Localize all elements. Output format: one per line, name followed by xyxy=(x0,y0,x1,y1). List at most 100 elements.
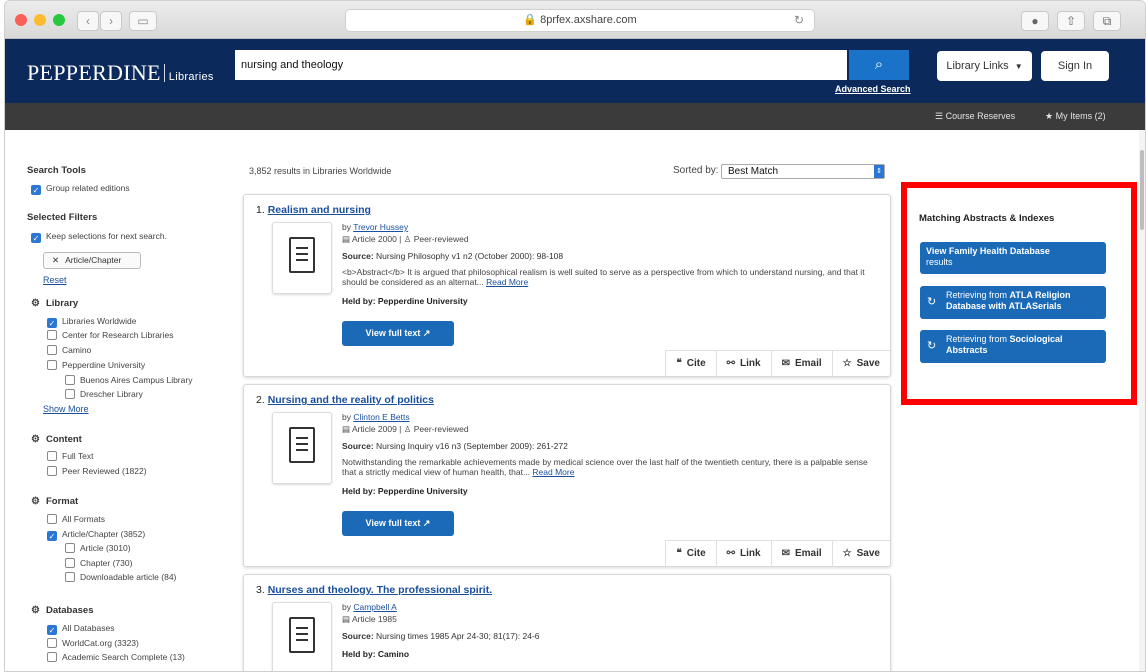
site-header: PEPPERDINE Libraries ⌕ Advanced Search Li… xyxy=(5,39,1145,103)
library-option[interactable]: Center for Research Libraries xyxy=(47,330,174,340)
scrollbar-thumb[interactable] xyxy=(1140,150,1144,230)
view-full-text-label: View full text xyxy=(365,518,421,528)
remove-filter-icon[interactable]: ✕ xyxy=(52,255,59,265)
external-link-icon: ↗ xyxy=(422,518,431,528)
library-option[interactable]: Buenos Aires Campus Library xyxy=(65,375,192,385)
matching-abstracts-title: Matching Abstracts & Indexes xyxy=(919,213,1055,224)
content-option[interactable]: Peer Reviewed (1822) xyxy=(47,466,147,476)
databases-collapse-icon: ⚙ xyxy=(31,605,40,616)
filter-chip-label: Article/Chapter xyxy=(65,255,122,265)
library-option-label: Pepperdine University xyxy=(62,360,146,370)
library-links-dropdown[interactable]: Library Links ▼ xyxy=(937,51,1032,81)
type-line: ▤ Article 2009 | ♙ Peer-reviewed xyxy=(342,424,469,435)
atla-religion-button[interactable]: ↻ Retrieving from ATLA Religion Database … xyxy=(920,286,1106,319)
databases-heading[interactable]: ⚙ Databases xyxy=(31,605,94,616)
format-option[interactable]: All Formats xyxy=(47,514,105,524)
abstract-text: <b>Abstract</b> It is argued that philos… xyxy=(342,267,865,287)
save-button[interactable]: ☆ Save xyxy=(833,351,890,377)
search-input[interactable] xyxy=(235,50,847,80)
maximize-window-button[interactable] xyxy=(53,14,65,26)
save-button[interactable]: ☆ Save xyxy=(833,541,890,567)
format-option[interactable]: Downloadable article (84) xyxy=(65,572,176,582)
browser-titlebar: ‹ › ▭ 🔒 8prfex.axshare.com ↻ ● ⇧ ⧉ xyxy=(5,1,1145,39)
address-bar[interactable]: 🔒 8prfex.axshare.com ↻ xyxy=(345,9,815,32)
library-option[interactable]: ✓ Libraries Worldwide xyxy=(47,316,136,328)
database-option[interactable]: ✓ All Databases xyxy=(47,623,114,635)
lock-icon: 🔒 xyxy=(523,14,538,26)
link-button[interactable]: ⚯ Link xyxy=(717,541,772,567)
back-button[interactable]: ‹ xyxy=(77,11,99,31)
share-icon[interactable]: ⇧ xyxy=(1057,11,1085,31)
show-more-link[interactable]: Show More xyxy=(43,404,89,414)
document-thumbnail[interactable] xyxy=(272,412,332,484)
content-heading[interactable]: ⚙ Content xyxy=(31,434,82,445)
filter-chip[interactable]: ✕ Article/Chapter xyxy=(43,252,141,269)
advanced-search-link[interactable]: Advanced Search xyxy=(835,84,911,94)
email-button[interactable]: ✉ Email xyxy=(772,541,833,567)
article-icon: ▤ xyxy=(342,614,351,624)
view-full-text-button[interactable]: View full text ↗ xyxy=(342,321,454,346)
peer-reviewed-label: Peer-reviewed xyxy=(413,234,469,244)
result-card: 3. Nurses and theology. The professional… xyxy=(243,574,891,671)
document-thumbnail[interactable] xyxy=(272,222,332,294)
email-button[interactable]: ✉ Email xyxy=(772,351,833,377)
my-items-label: My Items (2) xyxy=(1055,111,1106,121)
author-link[interactable]: Clinton E Betts xyxy=(353,412,409,422)
result-title-link[interactable]: Realism and nursing xyxy=(268,204,371,216)
forward-button[interactable]: › xyxy=(100,11,122,31)
tabs-icon[interactable]: ⧉ xyxy=(1093,11,1121,31)
item-type: Article 2009 | xyxy=(351,424,404,434)
sort-select[interactable]: Best Match ⇕ xyxy=(721,164,885,179)
view-full-text-button[interactable]: View full text ↗ xyxy=(342,511,454,536)
search-button[interactable]: ⌕ xyxy=(849,50,909,80)
library-heading[interactable]: ⚙ Library xyxy=(31,298,78,309)
format-option[interactable]: ✓ Article/Chapter (3852) xyxy=(47,529,145,541)
results-count: 3,852 results in Libraries Worldwide xyxy=(249,166,392,176)
star-outline-icon: ☆ xyxy=(842,548,852,559)
result-title-link[interactable]: Nurses and theology. The professional sp… xyxy=(268,584,492,596)
author-link[interactable]: Trevor Hussey xyxy=(353,222,408,232)
result-card: 2. Nursing and the reality of politics b… xyxy=(243,384,891,567)
quote-icon: ❝ xyxy=(676,548,682,559)
minimize-window-button[interactable] xyxy=(34,14,46,26)
star-icon: ★ xyxy=(1045,111,1054,121)
download-icon[interactable]: ● xyxy=(1021,11,1049,31)
family-health-button[interactable]: View Family Health Database results xyxy=(920,242,1106,274)
close-window-button[interactable] xyxy=(15,14,27,26)
sign-in-button[interactable]: Sign In xyxy=(1041,51,1109,81)
page-scrollbar[interactable] xyxy=(1139,130,1145,671)
sidebar-toggle-icon[interactable]: ▭ xyxy=(129,11,157,31)
course-reserves-link[interactable]: ☰ Course Reserves xyxy=(935,111,1015,122)
group-related-checkbox[interactable]: ✓ Group related editions xyxy=(31,183,130,195)
sorted-by-label: Sorted by: xyxy=(673,165,719,176)
reload-icon[interactable]: ↻ xyxy=(794,10,804,31)
selected-filters-heading: Selected Filters xyxy=(27,212,98,223)
database-option[interactable]: WorldCat.org (3323) xyxy=(47,638,139,648)
content-option[interactable]: Full Text xyxy=(47,451,94,461)
library-option-label: Center for Research Libraries xyxy=(62,330,174,340)
library-option[interactable]: Drescher Library xyxy=(65,389,143,399)
cite-button[interactable]: ❝ Cite xyxy=(666,541,717,567)
reset-link[interactable]: Reset xyxy=(43,275,67,285)
library-option[interactable]: Camino xyxy=(47,345,91,355)
read-more-link[interactable]: Read More xyxy=(532,467,574,477)
database-option[interactable]: Academic Search Complete (13) xyxy=(47,652,185,662)
link-button[interactable]: ⚯ Link xyxy=(717,351,772,377)
library-option[interactable]: Pepperdine University xyxy=(47,360,145,370)
format-option[interactable]: Chapter (730) xyxy=(65,558,132,568)
group-related-label: Group related editions xyxy=(46,183,130,193)
format-heading[interactable]: ⚙ Format xyxy=(31,496,78,507)
my-items-link[interactable]: ★ My Items (2) xyxy=(1045,111,1106,122)
result-title-link[interactable]: Nursing and the reality of politics xyxy=(268,394,434,406)
sociological-abstracts-button[interactable]: ↻ Retrieving from Sociological Abstracts xyxy=(920,330,1106,363)
cite-button[interactable]: ❝ Cite xyxy=(666,351,717,377)
pepperdine-logo[interactable]: PEPPERDINE Libraries xyxy=(27,60,214,86)
author-link[interactable]: Campbell A xyxy=(353,602,396,612)
format-option-label: Article/Chapter (3852) xyxy=(62,529,146,539)
read-more-link[interactable]: Read More xyxy=(486,277,528,287)
document-thumbnail[interactable] xyxy=(272,602,332,671)
keep-selections-checkbox[interactable]: ✓ Keep selections for next search. xyxy=(31,231,167,243)
format-option[interactable]: Article (3010) xyxy=(65,543,131,553)
library-option-label: Drescher Library xyxy=(80,389,143,399)
family-health-sublabel: results xyxy=(926,257,953,267)
